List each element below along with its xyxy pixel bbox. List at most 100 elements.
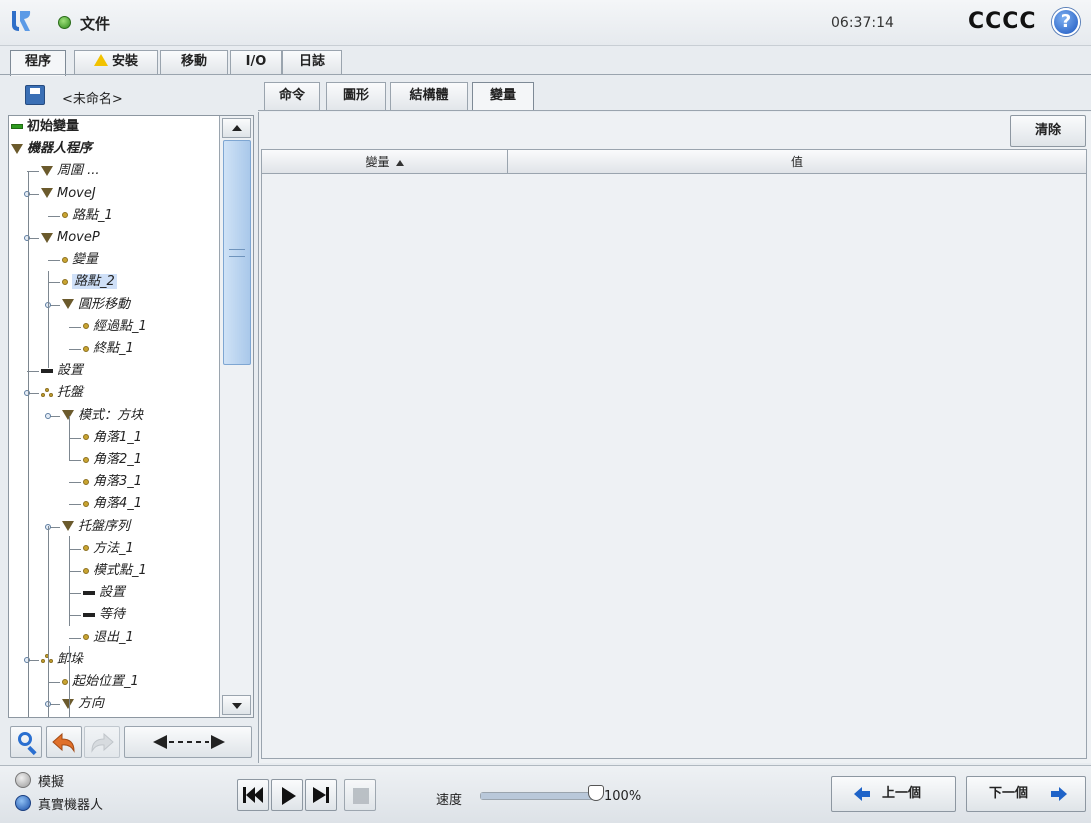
column-header-value[interactable]: 值 [508,150,1086,174]
simulation-radio[interactable] [15,772,31,788]
tab-variables[interactable]: 變量 [472,82,534,110]
tree-expand-icon[interactable] [24,235,30,241]
waypoint-icon [83,345,89,352]
tree-node[interactable]: 設置 [83,583,125,603]
tab-command[interactable]: 命令 [264,82,320,110]
tree-node[interactable]: 初始變量 [11,117,79,137]
tree-toolbar [8,722,254,762]
tree-node[interactable]: 角落4_1 [83,494,142,514]
tree-guide-line [48,526,49,717]
stop-button[interactable] [344,779,376,811]
divider [258,110,1091,111]
speed-label: 速度 [436,793,463,808]
tree-node[interactable]: 終點_1 [83,339,134,359]
tree-node[interactable]: 起始位置_1 [62,672,139,692]
tree-connector [69,615,81,617]
arrow-right-icon [1051,787,1067,801]
scroll-up-icon[interactable] [222,118,251,138]
file-menu[interactable]: 文件 [80,13,110,34]
speed-slider-handle[interactable] [588,785,604,801]
tree-connector [69,637,81,639]
column-header-variable[interactable]: 變量 [262,150,508,174]
waypoint-icon [83,456,89,463]
tree-node-label: 設置 [57,363,84,379]
play-button[interactable] [271,779,303,811]
clear-button[interactable]: 清除 [1010,115,1086,147]
tree-node[interactable]: 角落1_1 [83,428,142,448]
tree-node[interactable]: 機器人程序 [11,139,92,159]
tree-node[interactable]: 等待 [83,605,125,625]
tree-node[interactable]: 托盤 [41,383,83,403]
program-tree: 初始變量機器人程序 周圍 ... MoveJ 路點_1 MoveP 變量路點_2 圓形移動經… [9,116,219,717]
tree-node[interactable]: 路點_1 [62,206,113,226]
tab-move[interactable]: 移動 [160,50,228,74]
tree-expand-icon[interactable] [24,190,30,197]
tab-program[interactable]: 程序 [10,50,66,76]
redo-button[interactable] [84,726,120,758]
tree-node-label: 托盤 [57,385,84,401]
tree-node[interactable]: 角落2_1 [83,450,142,470]
search-button[interactable] [10,726,42,758]
tab-structure[interactable]: 結構體 [390,82,468,110]
waypoint-icon [62,678,68,685]
tree-connector [69,504,81,506]
tree-node-label: 模式點_1 [93,563,147,578]
redo-icon [91,732,114,753]
tree-connector [48,682,60,683]
speed-slider-fill [481,793,594,799]
skip-start-icon [243,787,263,803]
tree-node[interactable]: 經過點_1 [83,317,147,337]
tree-node[interactable]: 圓形移動 [62,295,130,315]
scroll-thumb[interactable] [223,140,251,365]
tree-node[interactable]: 角落3_1 [83,472,142,492]
tree-node[interactable]: 方法_1 [83,539,134,559]
tree-node[interactable]: 變量 [62,250,98,270]
undo-button[interactable] [46,726,82,758]
tree-node-label: 終點_1 [93,341,134,356]
tab-log[interactable]: 日誌 [282,50,342,74]
tree-node[interactable]: 路點_2 [62,272,117,292]
tree-guide-line [48,271,49,368]
tree-scrollbar[interactable] [219,116,253,717]
command-bar-icon [41,368,53,373]
speed-slider[interactable] [480,792,595,800]
tree-node[interactable]: 周圍 ... [41,161,100,181]
next-button[interactable]: 下一個 [966,776,1086,812]
scroll-down-icon[interactable] [222,695,251,715]
tree-guide-line [69,536,70,626]
tree-expand-icon[interactable] [45,412,51,419]
save-icon[interactable] [25,85,45,105]
command-bar-icon [83,612,95,617]
tab-installation[interactable]: 安裝 [74,50,158,74]
tree-connector [69,326,81,328]
tree-connector [48,260,60,262]
move-node-button[interactable] [124,726,252,758]
tab-io[interactable]: I/O [230,50,282,74]
tree-node[interactable]: 退出_1 [83,628,134,648]
skip-to-start-button[interactable] [237,779,269,811]
program-tree-panel: 初始變量機器人程序 周圍 ... MoveJ 路點_1 MoveP 變量路點_2 圓形移動經… [8,115,254,718]
tree-node-label: 路點_1 [72,207,113,223]
tree-node[interactable]: 模式點_1 [83,561,147,581]
tree-expand-icon[interactable] [24,390,30,397]
tree-node-label: 初始變量 [27,119,80,134]
arrow-left-icon [854,787,870,801]
tree-node-label: 角落3_1 [93,474,143,490]
tree-node-label: 角落1_1 [93,429,143,445]
divider [0,74,1091,75]
tab-graphics[interactable]: 圖形 [326,82,386,110]
tree-node[interactable]: 托盤序列 [62,517,130,537]
move-arrows-icon [153,735,225,749]
tree-node[interactable]: MoveP [41,228,100,248]
step-button[interactable] [305,779,337,811]
real-robot-radio[interactable] [15,795,31,811]
tree-node[interactable]: 來源位置_1 [83,716,160,717]
waypoint-icon [62,278,68,285]
tree-node-label: 路點_2 [72,274,117,290]
tree-node[interactable]: MoveJ [41,184,96,204]
tree-expand-icon[interactable] [24,656,30,663]
tree-node[interactable]: 模式：方块 [62,406,143,426]
previous-button[interactable]: 上一個 [831,776,956,812]
help-icon[interactable]: ? [1052,8,1080,36]
tree-connector [69,460,81,461]
